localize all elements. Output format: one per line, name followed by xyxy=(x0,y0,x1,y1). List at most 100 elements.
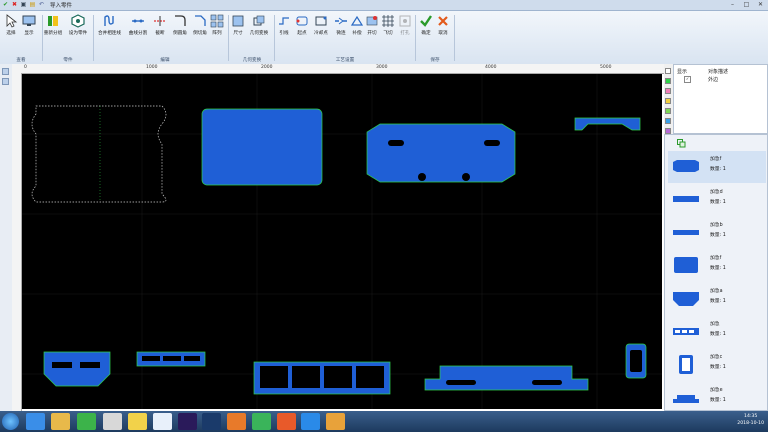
part-list-panel: 加急f 数量: 1 加急d 数量: 1 加急b 数量: 1 加急f 数量: 1 … xyxy=(664,134,768,411)
pan-icon[interactable] xyxy=(2,78,9,85)
confirm-icon[interactable]: ✔ xyxy=(2,1,9,8)
fly-cut-icon xyxy=(382,15,394,27)
part-outline-selected[interactable] xyxy=(31,105,167,203)
system-clock[interactable]: 14:35 2018-10-10 xyxy=(737,413,764,427)
array-icon xyxy=(210,14,224,28)
drawing-canvas[interactable] xyxy=(22,74,662,409)
app-icon[interactable] xyxy=(103,413,122,430)
app-icon[interactable] xyxy=(301,413,320,430)
curve-split-button[interactable]: 曲线分割 xyxy=(127,14,149,36)
part-thumbnail xyxy=(673,160,699,172)
list-item[interactable]: 加急f 数量: 1 xyxy=(668,250,766,282)
array-button[interactable]: 阵列 xyxy=(206,14,228,36)
part-bracket[interactable] xyxy=(366,123,516,183)
taskbar: 14:35 2018-10-10 xyxy=(0,411,768,432)
list-item[interactable]: 加急a 数量: 1 xyxy=(668,283,766,315)
open-icon[interactable]: ▤ xyxy=(29,1,36,8)
zoom-icon[interactable] xyxy=(2,68,9,75)
regroup-button[interactable]: 重新分组 xyxy=(42,14,64,36)
ribbon-toolbar: 选择 显示 重新分组 设为零件 合并相连线 曲线分割 截断 倒圆角 倒切角 阵列 xyxy=(0,11,768,65)
window-title: 导入零件 xyxy=(50,3,73,9)
list-item[interactable]: 加急b 数量: 1 xyxy=(668,217,766,249)
part-ring[interactable] xyxy=(625,343,647,379)
nesting-drawing xyxy=(22,74,662,409)
part-icon xyxy=(71,14,85,28)
start-button[interactable] xyxy=(2,413,19,430)
regroup-icon xyxy=(48,16,58,26)
cancel-icon[interactable]: ✖ xyxy=(11,1,18,8)
list-item[interactable]: 加急d 数量: 1 xyxy=(668,184,766,216)
color-swatch[interactable] xyxy=(665,118,671,124)
app-icon[interactable] xyxy=(326,413,345,430)
color-swatch[interactable] xyxy=(665,88,671,94)
cooling-point-button[interactable]: 冷却点 xyxy=(310,14,332,36)
fillet-icon xyxy=(175,15,186,26)
part-ladder[interactable] xyxy=(136,351,206,367)
part-frame-long[interactable] xyxy=(253,361,391,395)
part-thumbnail xyxy=(674,257,698,273)
list-item[interactable]: 加急 数量: 1 xyxy=(668,316,766,348)
vs-icon[interactable] xyxy=(202,413,221,430)
color-swatch[interactable] xyxy=(665,68,671,74)
curve-split-icon xyxy=(132,19,144,23)
color-swatch[interactable] xyxy=(665,108,671,114)
part-small-strip[interactable] xyxy=(574,117,641,131)
list-item[interactable]: 加急e 数量: 1 xyxy=(668,382,766,414)
list-item[interactable]: 加急c 数量: 1 xyxy=(668,349,766,381)
group-separator xyxy=(93,15,94,61)
punch-button[interactable]: 打孔 xyxy=(394,14,416,36)
maximize-icon[interactable]: □ xyxy=(740,0,753,9)
display-button[interactable]: 显示 xyxy=(18,14,40,36)
checkmark-icon xyxy=(420,15,432,27)
part-thumbnail xyxy=(673,328,699,335)
layer-visible-checkbox[interactable]: ✓ xyxy=(684,76,691,83)
fillet-button[interactable]: 倒圆角 xyxy=(169,14,191,36)
part-thumbnail xyxy=(673,395,699,403)
pointer-icon xyxy=(6,14,18,28)
app-icon[interactable] xyxy=(128,413,147,430)
group-separator xyxy=(454,15,455,61)
part-base[interactable] xyxy=(424,365,589,391)
part-frame-small[interactable] xyxy=(43,351,111,387)
group-label-view: 查看 xyxy=(16,58,26,63)
part-plate[interactable] xyxy=(201,108,323,186)
merge-lines-button[interactable]: 合并相连线 xyxy=(98,14,121,36)
save-icon[interactable]: ▣ xyxy=(20,1,27,8)
part-thumbnail xyxy=(673,230,699,235)
list-item[interactable]: 加急f 数量: 1 xyxy=(668,151,766,183)
group-label-edit: 编辑 xyxy=(160,58,170,63)
app-icon[interactable] xyxy=(252,413,271,430)
chamfer-icon xyxy=(195,15,206,26)
app-icon[interactable] xyxy=(277,413,296,430)
minimize-icon[interactable]: – xyxy=(726,0,739,9)
close-icon[interactable]: ✕ xyxy=(754,0,767,9)
geo-transform-button[interactable]: 几何变换 xyxy=(248,14,270,36)
column-display: 显示 xyxy=(677,69,688,75)
part-thumbnail xyxy=(673,196,699,202)
break-button[interactable]: 截断 xyxy=(149,14,171,36)
app-icon[interactable] xyxy=(227,413,246,430)
undo-icon[interactable]: ↶ xyxy=(38,1,45,8)
merge-lines-icon xyxy=(104,15,114,26)
color-swatch[interactable] xyxy=(665,78,671,84)
part-thumbnail xyxy=(679,355,693,374)
group-label-geometry: 几何变换 xyxy=(242,58,262,63)
layer-name: 外边 xyxy=(708,77,719,83)
set-part-button[interactable]: 设为零件 xyxy=(67,14,89,36)
color-swatch[interactable] xyxy=(665,98,671,104)
ie-icon[interactable] xyxy=(26,413,45,430)
ruler-left xyxy=(12,73,22,411)
layer-panel: 显示 对象描述 ✓ 外边 xyxy=(673,64,768,134)
cooling-point-icon xyxy=(315,16,327,26)
cancel-button[interactable]: 取消 xyxy=(432,14,454,36)
after-effects-icon[interactable] xyxy=(178,413,197,430)
start-point-icon xyxy=(296,16,308,26)
title-bar: ✔ ✖ ▣ ▤ ↶ 导入零件 – □ ✕ xyxy=(0,0,768,11)
app-icon[interactable] xyxy=(77,413,96,430)
copy-icon[interactable] xyxy=(677,139,686,148)
size-button[interactable]: 尺寸 xyxy=(227,14,249,36)
app-icon[interactable] xyxy=(153,413,172,430)
folder-icon[interactable] xyxy=(51,413,70,430)
size-icon xyxy=(232,15,244,27)
break-icon xyxy=(154,16,166,26)
